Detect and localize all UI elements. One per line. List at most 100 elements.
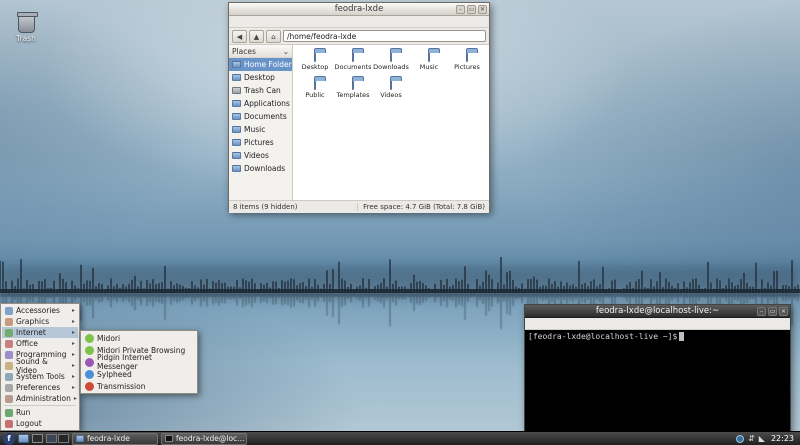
app-menu-item[interactable]: Accessories ▸ [2,305,78,316]
task-icon [165,435,173,442]
submenu-arrow-icon: ▸ [71,384,75,391]
app-icon [85,369,94,379]
minimize-button[interactable]: – [757,307,766,316]
app-menu-item[interactable]: Preferences ▸ [2,382,78,393]
sidebar-place[interactable]: Documents [229,110,292,123]
folder-label: Music [419,63,439,71]
volume-icon[interactable]: ◣ [759,434,765,443]
category-icon [5,339,13,348]
place-folder-icon [232,74,241,81]
category-icon [5,328,13,337]
category-icon [5,408,13,417]
app-menu-item[interactable]: Run ▸ [2,407,78,418]
minimize-button[interactable]: – [456,5,465,14]
folder[interactable]: Pictures [448,51,486,71]
clock[interactable]: 22:23 [771,434,794,443]
folder[interactable]: Public [296,79,334,99]
sidebar-place[interactable]: Pictures [229,136,292,149]
submenu-arrow-icon: ▸ [71,351,75,358]
place-folder-icon [232,100,241,107]
maximize-button[interactable]: ▭ [768,307,777,316]
sidebar-place[interactable]: Videos [229,149,292,162]
submenu-arrow-icon: ▸ [71,329,75,336]
app-menu-item[interactable]: Administration ▸ [2,393,78,404]
sidebar-place[interactable]: Desktop [229,71,292,84]
category-icon [5,383,13,392]
up-icon[interactable]: ▲ [249,29,264,43]
terminal-screen[interactable]: [feodra-lxde@localhost-live ~]$ [525,330,790,439]
folder[interactable]: Desktop [296,51,334,71]
workspace-1[interactable] [46,434,57,443]
close-button[interactable]: ✕ [779,307,788,316]
folder-label: Desktop [301,63,329,71]
start-menu-button[interactable]: f [3,432,15,445]
network-icon[interactable]: ⇵ [748,434,755,443]
folder[interactable]: Music [410,51,448,71]
app-menu-item[interactable]: Graphics ▸ [2,316,78,327]
updates-icon[interactable] [736,434,745,443]
folder[interactable]: Downloads [372,51,410,71]
folder-label: Pictures [454,63,480,71]
place-folder-icon [232,61,241,68]
sidebar-place[interactable]: Music [229,123,292,136]
maximize-button[interactable]: ▭ [467,5,476,14]
app-menu-item[interactable]: Internet ▸ [2,327,78,338]
app-label: Midori [97,333,121,343]
sidebar-place[interactable]: Trash Can [229,84,292,97]
back-icon[interactable]: ◀ [232,29,247,43]
category-label: Preferences [16,383,61,392]
internet-submenu: Midori Midori Private Browsing Pidgin In… [80,330,198,394]
app-menu-item[interactable]: Sound & Video ▸ [2,357,78,375]
sidebar-place[interactable]: Applications [229,97,292,110]
app-icon [85,345,94,355]
place-label: Videos [244,151,269,160]
folder[interactable]: Videos [372,79,410,99]
file-manager-launcher-icon[interactable] [18,434,29,443]
treeline [0,257,800,293]
terminal-title: feodra-lxde@localhost-live:~ [595,306,720,316]
place-label: Desktop [244,73,275,82]
sidebar-place[interactable]: Home Folder [229,58,292,71]
folder[interactable]: Documents [334,51,372,71]
folder-label: Public [305,91,325,99]
folder-icon [390,51,392,62]
workspace-2[interactable] [58,434,69,443]
places-selector[interactable]: Places ⌄ [229,45,292,58]
app-menu-item[interactable]: Logout ▸ [2,418,78,429]
place-folder-icon [232,139,241,146]
location-bar[interactable] [283,30,486,42]
submenu-item[interactable]: Pidgin Internet Messenger [82,353,196,371]
terminal-titlebar[interactable]: feodra-lxde@localhost-live:~ – ▭ ✕ [525,305,790,318]
file-manager-window: feodra-lxde – ▭ ✕ ◀ ▲ ⌂ Places ⌄ Home Fo… [228,2,490,213]
folder[interactable]: Templates [334,79,372,99]
place-folder-icon [232,87,241,94]
category-label: Internet [16,328,46,337]
task-button[interactable]: feodra-lxde [72,432,158,445]
close-button[interactable]: ✕ [478,5,487,14]
app-label: Transmission [97,381,146,391]
folder-icon [314,79,316,90]
show-desktop-icon[interactable] [32,434,43,443]
task-button[interactable]: feodra-lxde@loc... [161,432,247,445]
task-list: feodra-lxde feodra-lxde@loc... [72,432,247,445]
taskbar: f feodra-lxde feodra-lxde@loc... ⇵ ◣ 22:… [0,431,800,445]
submenu-item[interactable]: Transmission [82,380,196,392]
file-manager-titlebar[interactable]: feodra-lxde – ▭ ✕ [229,3,489,16]
submenu-item[interactable]: Midori [82,332,196,344]
folder-label: Templates [336,91,370,99]
category-icon [5,361,13,370]
sidebar-place[interactable]: Downloads [229,162,292,175]
shell-prompt: [feodra-lxde@localhost-live ~]$ [528,332,678,341]
status-bar: 8 items (9 hidden) Free space: 4.7 GiB (… [229,200,489,213]
category-label: Logout [16,419,42,428]
folder-icon [466,51,468,62]
places-sidebar: Places ⌄ Home Folder Desktop Trash Can A… [229,45,293,200]
place-folder-icon [232,165,241,172]
file-manager-toolbar: ◀ ▲ ⌂ [229,28,489,45]
submenu-arrow-icon: ▸ [71,362,75,369]
item-count: 8 items (9 hidden) [233,203,298,211]
home-icon[interactable]: ⌂ [266,29,281,43]
desktop-trash-icon[interactable]: Trash [6,12,46,43]
trash-can-icon [16,12,38,33]
app-menu-item[interactable]: Office ▸ [2,338,78,349]
